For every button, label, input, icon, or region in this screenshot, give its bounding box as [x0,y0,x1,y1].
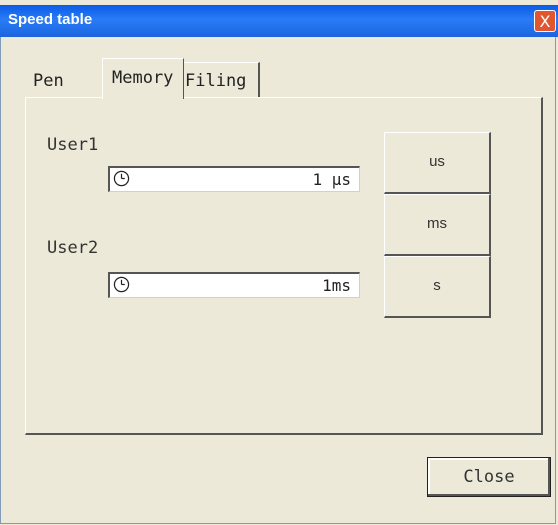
speed-table-window: Speed table X Pen Memory Filing User1 1 … [0,0,558,525]
user2-speed-value: 1ms [322,276,351,295]
user1-speed-field[interactable]: 1 µs [108,166,360,192]
user2-speed-field[interactable]: 1ms [108,272,360,298]
tab-memory[interactable]: Memory [102,58,184,99]
window-title: Speed table [8,11,93,28]
user1-speed-value: 1 µs [312,170,351,189]
tab-pen-label: Pen [33,71,64,91]
us-unit-button[interactable]: us [384,132,491,194]
clock-icon [113,170,130,187]
tab-memory-label: Memory [112,68,174,88]
user2-label: User2 [47,238,99,258]
user1-label: User1 [47,135,99,155]
ms-unit-button[interactable]: ms [384,194,491,256]
close-button[interactable]: Close [427,457,551,497]
title-bar[interactable]: Speed table X [0,5,558,37]
window-close-button[interactable]: X [534,10,556,32]
tab-pen[interactable]: Pen [27,63,99,97]
tab-filing-label: Filing [185,71,247,91]
s-unit-button[interactable]: s [384,256,491,318]
clock-icon [113,276,130,293]
tab-filing[interactable]: Filing [182,62,260,97]
